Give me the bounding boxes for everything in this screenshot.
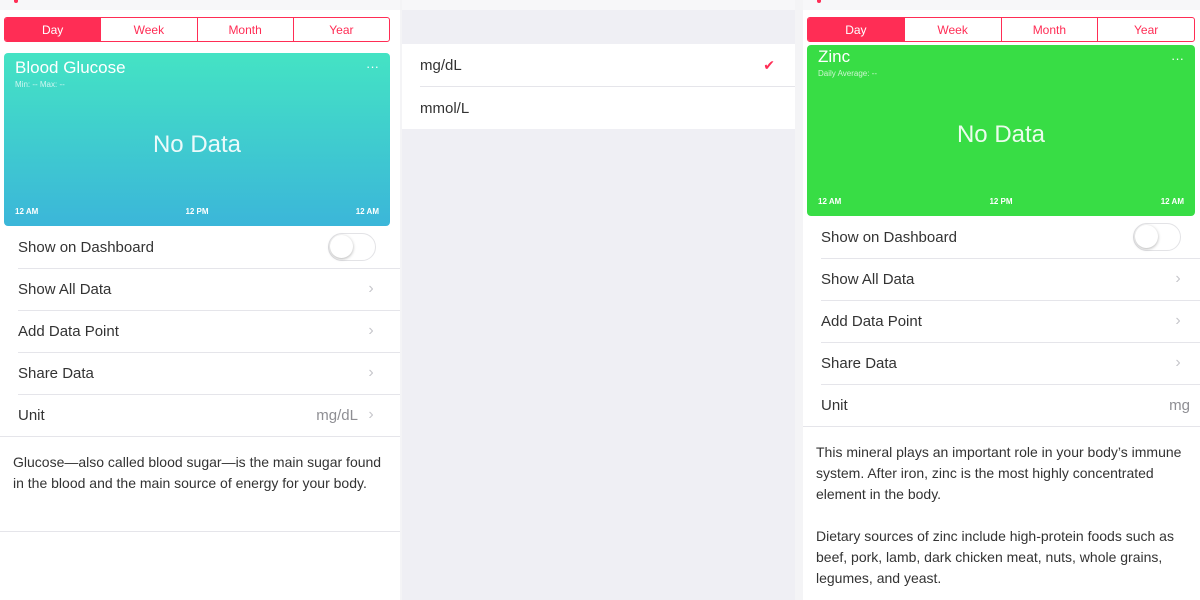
zinc-screen: Day Week Month Year Zinc Daily Average: … [803,0,1200,600]
blood-glucose-screen: Day Week Month Year Blood Glucose Min: -… [0,0,400,600]
segment-week[interactable]: Week [903,18,1001,41]
segment-day[interactable]: Day [5,18,101,41]
axis-tick-label: 12 AM [355,207,379,216]
navigation-bar [402,0,795,10]
unit-value: mg/dL [316,406,358,424]
toggle-knob [1135,225,1158,248]
segment-week[interactable]: Week [100,18,196,41]
axis-tick-label: 12 AM [818,197,842,206]
axis-tick-label: 12 PM [989,197,1013,206]
chart-subtitle: Min: -- Max: -- [15,80,65,89]
share-data-row[interactable]: Share Data › [18,352,376,394]
navigation-bar [803,0,1200,10]
unit-option-label: mg/dL [420,56,462,74]
navigation-bar [0,0,400,10]
glucose-description: Glucose—also called blood sugar—is the m… [13,454,382,491]
unit-value: mg [1169,396,1190,414]
show-on-dashboard-row: Show on Dashboard [18,226,376,268]
zinc-chart-card[interactable]: Zinc Daily Average: -- ··· No Data 12 AM… [807,45,1195,216]
segment-year[interactable]: Year [292,18,389,41]
chevron-right-icon: › [368,406,374,423]
no-data-label: No Data [956,121,1046,148]
chevron-right-icon: › [1175,312,1181,329]
row-separator [0,436,400,437]
add-data-point-row[interactable]: Add Data Point › [821,300,1183,342]
chart-subtitle: Daily Average: -- [818,69,877,78]
unit-options-list: mg/dL ✔ mmol/L [402,44,795,129]
row-label: Add Data Point [821,312,922,330]
row-label: Show All Data [821,270,915,288]
chevron-right-icon: › [368,280,374,297]
blood-glucose-chart-card[interactable]: Blood Glucose Min: -- Max: -- ··· No Dat… [4,53,390,226]
zinc-description: This mineral plays an important role in … [816,444,1182,502]
row-label: Add Data Point [18,322,119,340]
more-icon[interactable]: ··· [366,59,379,74]
show-all-data-row[interactable]: Show All Data › [821,258,1183,300]
segment-month[interactable]: Month [1000,18,1098,41]
unit-option-mmol-l[interactable]: mmol/L [402,87,795,129]
unit-row: Unit mg [821,384,1190,426]
back-icon[interactable] [817,0,821,3]
panel-divider [795,0,803,600]
chevron-right-icon: › [1175,354,1181,371]
row-label: Unit [18,406,45,424]
row-label: Unit [821,396,848,414]
axis-tick-label: 12 PM [185,207,209,216]
row-label: Share Data [18,364,94,382]
unit-option-label: mmol/L [420,99,470,117]
row-label: Show on Dashboard [18,238,154,256]
back-icon[interactable] [14,0,18,3]
unit-row[interactable]: Unit mg/dL › [18,394,376,436]
row-label: Show All Data [18,280,112,298]
share-data-row[interactable]: Share Data › [821,342,1183,384]
no-data-label: No Data [152,131,242,158]
chevron-right-icon: › [368,322,374,339]
toggle-knob [330,235,353,258]
time-range-segmented-control: Day Week Month Year [4,17,390,42]
unit-picker-screen: mg/dL ✔ mmol/L [402,0,795,600]
show-on-dashboard-row: Show on Dashboard [821,216,1181,258]
row-label: Share Data [821,354,897,372]
show-on-dashboard-toggle[interactable] [1133,223,1181,251]
unit-option-mg-dl[interactable]: mg/dL ✔ [402,44,795,86]
show-on-dashboard-toggle[interactable] [328,233,376,261]
axis-tick-label: 12 AM [15,207,39,216]
section-separator [0,531,400,532]
axis-tick-label: 12 AM [1160,197,1184,206]
chart-title: Blood Glucose [15,58,126,77]
segment-year[interactable]: Year [1097,18,1194,41]
segment-day[interactable]: Day [808,18,904,41]
more-icon[interactable]: ··· [1171,51,1184,66]
chart-time-axis: 12 AM 12 PM 12 AM [818,197,1184,206]
chevron-right-icon: › [368,364,374,381]
row-label: Show on Dashboard [821,228,957,246]
show-all-data-row[interactable]: Show All Data › [18,268,376,310]
add-data-point-row[interactable]: Add Data Point › [18,310,376,352]
chart-title: Zinc [818,47,851,66]
checkmark-icon: ✔ [763,56,775,73]
chart-time-axis: 12 AM 12 PM 12 AM [15,207,379,216]
segment-month[interactable]: Month [196,18,293,41]
chevron-right-icon: › [1175,270,1181,287]
row-separator [803,426,1200,427]
time-range-segmented-control: Day Week Month Year [807,17,1195,42]
zinc-dietary-sources: Dietary sources of zinc include high-pro… [816,528,1174,586]
